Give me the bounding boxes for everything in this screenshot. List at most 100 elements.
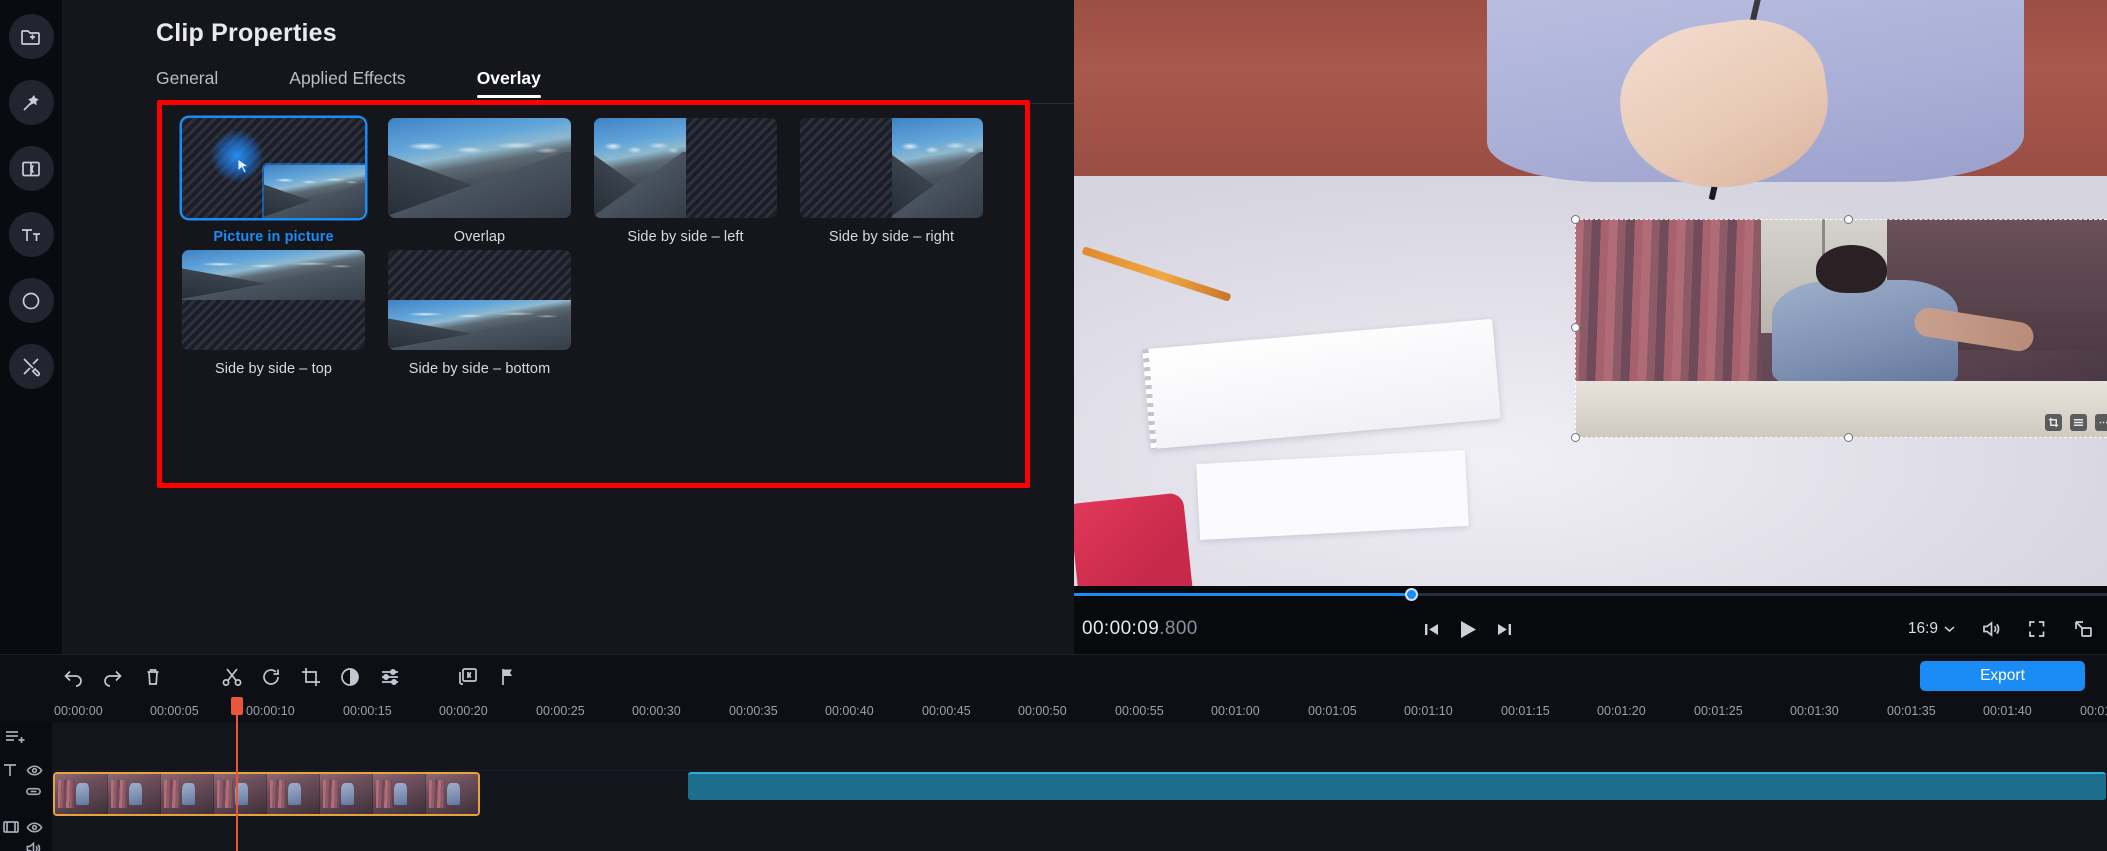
playhead-handle[interactable] bbox=[231, 697, 243, 715]
add-track-icon[interactable] bbox=[4, 727, 26, 749]
overlay-mode-side-by-side-bottom[interactable]: Side by side – bottom bbox=[388, 250, 591, 382]
video-track-visibility-icon[interactable] bbox=[26, 819, 43, 836]
ruler-tick: 00:00:55 bbox=[1115, 704, 1164, 718]
filmstrip-frame bbox=[373, 774, 426, 814]
timeline-tracks[interactable] bbox=[52, 723, 2107, 851]
pip-crop-icon[interactable] bbox=[2045, 414, 2063, 432]
ruler-tick: 00:01:10 bbox=[1404, 704, 1453, 718]
resize-handle-bottom-left[interactable] bbox=[1571, 433, 1580, 443]
titles-icon[interactable] bbox=[8, 212, 54, 257]
pip-selection-frame[interactable] bbox=[1571, 214, 2107, 443]
title-track-link-icon[interactable] bbox=[25, 783, 42, 800]
export-button[interactable]: Export bbox=[1920, 661, 2085, 691]
preview-player: 00:00:09.800 16:9 bbox=[1074, 0, 2107, 654]
resize-handle-bottom-center[interactable] bbox=[1843, 433, 1853, 443]
pip-inset-preview bbox=[264, 165, 365, 218]
thumbnail-photo bbox=[594, 118, 686, 218]
clip-properties-button[interactable] bbox=[455, 664, 481, 690]
delete-button[interactable] bbox=[140, 664, 166, 690]
video-track-lane[interactable] bbox=[52, 771, 2107, 851]
video-track-audio-icon[interactable] bbox=[25, 840, 42, 851]
overlay-mode-overlap[interactable]: Overlap bbox=[388, 118, 591, 250]
ruler-tick: 00:00:35 bbox=[729, 704, 778, 718]
add-media-icon[interactable] bbox=[8, 14, 54, 59]
crop-button[interactable] bbox=[298, 664, 324, 690]
more-tools-button[interactable] bbox=[377, 664, 403, 690]
magic-wand-icon[interactable] bbox=[8, 80, 54, 125]
ruler-tick: 00:01:40 bbox=[1983, 704, 2032, 718]
marker-button[interactable] bbox=[495, 664, 521, 690]
tab-divider bbox=[156, 103, 1092, 104]
preview-notebook bbox=[1142, 318, 1502, 449]
overlay-mode-side-by-side-left[interactable]: Side by side – left bbox=[594, 118, 797, 250]
ruler-tick: 00:00:20 bbox=[439, 704, 488, 718]
filmstrip-frame bbox=[55, 774, 108, 814]
thumbnail-photo bbox=[891, 118, 983, 218]
filters-icon[interactable] bbox=[8, 278, 54, 323]
tab-overlay[interactable]: Overlay bbox=[476, 68, 542, 98]
pip-more-icon[interactable] bbox=[2095, 414, 2107, 432]
overlay-thumb-side-by-side-bottom[interactable] bbox=[388, 250, 571, 350]
tab-applied-effects[interactable]: Applied Effects bbox=[289, 68, 405, 98]
clip-properties-panel: Clip Properties General Applied Effects … bbox=[63, 0, 1092, 654]
preview-red-object bbox=[1074, 492, 1193, 586]
video-preview-canvas[interactable] bbox=[1074, 0, 2107, 586]
panel-tabs: General Applied Effects Overlay bbox=[156, 68, 612, 98]
overlay-mode-side-by-side-top[interactable]: Side by side – top bbox=[182, 250, 385, 382]
resize-handle-top-center[interactable] bbox=[1843, 214, 1853, 224]
ruler-tick: 00:01:05 bbox=[1308, 704, 1357, 718]
timeline-ruler[interactable]: 00:00:00 00:00:05 00:00:10 00:00:15 00:0… bbox=[0, 697, 2107, 723]
filmstrip-frame bbox=[108, 774, 161, 814]
ruler-tick: 00:00:25 bbox=[536, 704, 585, 718]
video-editor-window: Clip Properties General Applied Effects … bbox=[0, 0, 2107, 851]
ruler-tick: 00:01:20 bbox=[1597, 704, 1646, 718]
rotate-button[interactable] bbox=[258, 664, 284, 690]
track-headers bbox=[0, 723, 52, 851]
chevron-down-icon bbox=[1944, 626, 1955, 633]
resize-handle-middle-left[interactable] bbox=[1571, 323, 1580, 333]
player-right-controls: 16:9 bbox=[1908, 619, 2093, 639]
video-clip[interactable] bbox=[53, 772, 480, 816]
overlay-mode-side-by-side-right[interactable]: Side by side – right bbox=[800, 118, 1003, 250]
color-adjust-button[interactable] bbox=[337, 664, 363, 690]
ruler-tick: 00:01 bbox=[2080, 704, 2107, 718]
pip-settings-icon[interactable] bbox=[2070, 414, 2088, 432]
clip-filmstrip bbox=[55, 774, 478, 814]
overlay-mode-picture-in-picture[interactable]: Picture in picture bbox=[182, 118, 385, 250]
volume-icon[interactable] bbox=[1981, 619, 2001, 639]
overlay-thumb-side-by-side-top[interactable] bbox=[182, 250, 365, 350]
left-icon-rail bbox=[0, 0, 63, 654]
thumbnail-photo bbox=[264, 165, 365, 218]
seek-progress-fill bbox=[1074, 593, 1411, 596]
filmstrip-frame bbox=[426, 774, 478, 814]
overlay-thumb-side-by-side-left[interactable] bbox=[594, 118, 777, 218]
undo-button[interactable] bbox=[60, 664, 86, 690]
seek-handle[interactable] bbox=[1404, 588, 1418, 601]
overlay-mode-label: Picture in picture bbox=[213, 229, 334, 245]
player-control-bar: 00:00:09.800 16:9 bbox=[1074, 604, 2107, 654]
play-button[interactable] bbox=[1458, 619, 1478, 640]
transitions-icon[interactable] bbox=[8, 146, 54, 191]
resize-handle-top-left[interactable] bbox=[1571, 214, 1580, 224]
mouse-cursor-icon bbox=[237, 158, 250, 176]
detach-preview-icon[interactable] bbox=[2073, 619, 2093, 639]
timeline-panel: Export 00:00:00 00:00:05 00:00:10 00:00:… bbox=[0, 654, 2107, 851]
overlay-thumb-picture-in-picture[interactable] bbox=[182, 118, 365, 218]
split-button[interactable] bbox=[219, 664, 245, 690]
playhead[interactable] bbox=[231, 697, 243, 851]
redo-button[interactable] bbox=[100, 664, 126, 690]
playback-seek-bar[interactable] bbox=[1074, 586, 2107, 604]
fullscreen-icon[interactable] bbox=[2027, 619, 2047, 639]
previous-frame-button[interactable] bbox=[1423, 621, 1440, 638]
ruler-tick: 00:01:25 bbox=[1694, 704, 1743, 718]
overlay-thumb-overlap[interactable] bbox=[388, 118, 571, 218]
overlay-thumb-side-by-side-right[interactable] bbox=[800, 118, 983, 218]
title-track-lane[interactable] bbox=[52, 723, 2107, 771]
filmstrip-frame bbox=[267, 774, 320, 814]
title-track-visibility-icon[interactable] bbox=[26, 762, 43, 779]
tab-general[interactable]: General bbox=[156, 68, 218, 98]
next-frame-button[interactable] bbox=[1496, 621, 1513, 638]
aspect-ratio-selector[interactable]: 16:9 bbox=[1908, 620, 1955, 638]
audio-clip[interactable] bbox=[688, 772, 2106, 800]
tools-icon[interactable] bbox=[8, 344, 54, 389]
